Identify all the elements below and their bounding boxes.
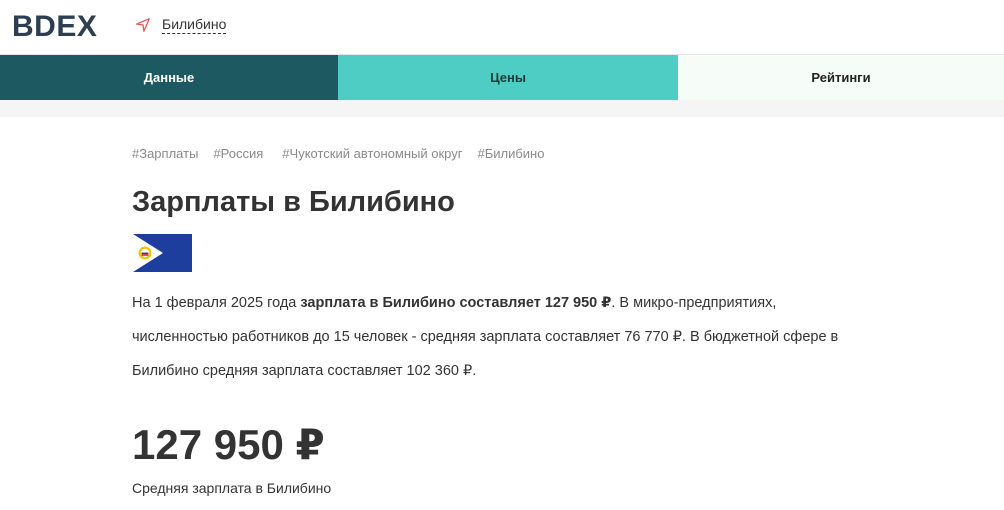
tag-salaries[interactable]: #Зарплаты <box>132 146 198 161</box>
description-intro: На 1 февраля 2025 года <box>132 295 301 311</box>
page-title: Зарплаты в Билибино <box>132 186 455 218</box>
logo[interactable]: BDEX <box>12 10 97 44</box>
tab-data[interactable]: Данные <box>0 55 338 100</box>
location-selector[interactable]: Билибино <box>134 16 227 34</box>
salary-description: На 1 февраля 2025 года зарплата в Билиби… <box>132 286 852 388</box>
location-name[interactable]: Билибино <box>162 16 227 34</box>
tag-russia[interactable]: #Россия <box>213 146 263 161</box>
average-salary-value: 127 950 ₽ <box>132 421 325 468</box>
divider-band <box>0 100 1004 117</box>
nav-tabs: Данные Цены Рейтинги <box>0 55 1004 100</box>
location-arrow-icon <box>136 18 150 32</box>
tag-city[interactable]: #Билибино <box>477 146 544 161</box>
tag-list: #Зарплаты #Россия #Чукотский автономный … <box>132 146 544 161</box>
description-highlight: зарплата в Билибино составляет 127 950 ₽ <box>300 295 612 311</box>
top-bar: BDEX Билибино <box>0 0 1004 55</box>
tab-prices[interactable]: Цены <box>338 55 678 100</box>
tag-region[interactable]: #Чукотский автономный округ <box>282 146 462 161</box>
tab-ratings[interactable]: Рейтинги <box>678 55 1004 100</box>
region-flag <box>133 234 192 272</box>
average-salary-label: Средняя зарплата в Билибино <box>132 480 332 496</box>
